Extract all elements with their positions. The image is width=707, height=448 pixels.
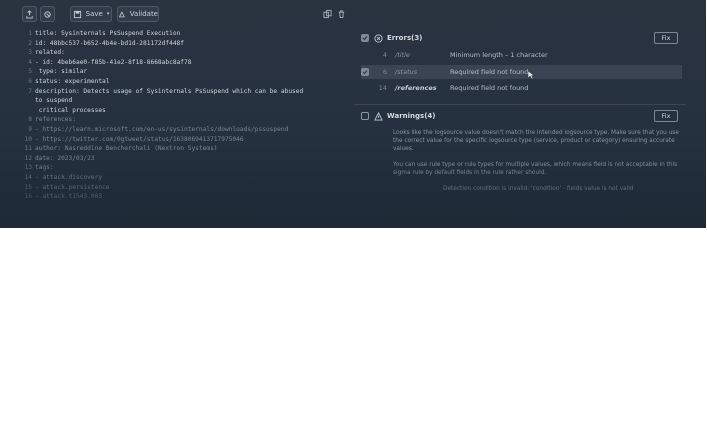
code-text: critical processes <box>35 106 106 114</box>
code-text: title: Sysinternals PsSuspend Execution <box>35 30 181 37</box>
error-message: Minimum length – 1 character <box>450 51 548 59</box>
validate-label: Validate <box>129 10 158 18</box>
line-number: 13 <box>24 164 32 172</box>
code-line[interactable]: 1 title: Sysinternals PsSuspend Execution <box>24 30 180 38</box>
line-number: 1 <box>28 30 32 37</box>
copy-icon[interactable] <box>323 9 332 19</box>
error-line-number: 14 <box>378 84 387 92</box>
line-number: 15 <box>24 183 32 191</box>
warnings-header: Warnings(4) <box>361 109 435 123</box>
warning-item: Detection condition is invalid: 'conditi… <box>443 186 634 192</box>
code-line[interactable]: 2 id: 48bbc537-b652-4b4e-bd1d-281172df448… <box>24 40 184 48</box>
code-line[interactable]: 3 related: <box>24 49 65 57</box>
error-message: Required field not found <box>450 68 529 76</box>
code-line[interactable]: 7 description: Detects usage of Sysintern… <box>24 88 303 96</box>
error-row[interactable]: 4 /title Minimum length – 1 character <box>361 48 682 62</box>
share-button[interactable] <box>40 6 55 22</box>
error-icon <box>374 33 383 43</box>
warning-item: You can use rule type or rule types for … <box>393 162 678 176</box>
code-text: date: 2023/03/23 <box>35 154 95 162</box>
validate-button[interactable]: Validate <box>117 6 159 22</box>
line-number: 8 <box>28 116 32 124</box>
code-line[interactable]: 9- https://learn.microsoft.com/en-us/sys… <box>24 126 288 134</box>
line-number: 10 <box>24 135 32 143</box>
code-text: status: experimental <box>35 78 110 85</box>
code-text: - attack.t1543.003 <box>35 193 103 201</box>
code-line[interactable]: 12 date: 2023/03/23 <box>24 155 95 163</box>
code-line[interactable]: 16- attack.t1543.003 <box>24 193 103 201</box>
upload-button[interactable] <box>22 6 37 22</box>
code-line[interactable]: 6 status: experimental <box>24 78 110 86</box>
code-line[interactable]: 15- attack.persistence <box>24 184 110 192</box>
code-text: description: Detects usage of Sysinterna… <box>35 87 304 95</box>
line-number: 12 <box>24 154 32 162</box>
line-number: 4 <box>28 58 32 66</box>
line-number: 11 <box>24 145 32 153</box>
code-line[interactable]: 13 tags: <box>24 164 54 172</box>
line-number: 2 <box>28 39 32 47</box>
code-line[interactable]: 14- attack.discovery <box>24 174 103 182</box>
upload-icon <box>26 9 33 19</box>
code-text: author: Nasreddine Bencherchali (Nextron… <box>35 145 218 153</box>
error-row[interactable]: 6 /status Required field not found <box>361 65 682 79</box>
warnings-fix-button[interactable]: Fix <box>654 110 678 122</box>
code-line[interactable]: to suspend <box>24 97 72 105</box>
warning-item: Looks like the logsource value doesn't m… <box>393 130 679 152</box>
code-line[interactable]: 4- id: 4beb6ae0-f85b-41e2-8f18-8668abc8a… <box>24 59 191 67</box>
chevron-down-icon: ▾ <box>106 11 110 17</box>
warning-icon <box>374 111 383 121</box>
code-line[interactable]: 11 author: Nasreddine Bencherchali (Nextr… <box>24 145 218 153</box>
trash-icon[interactable] <box>337 9 346 19</box>
code-text: id: 48bbc537-b652-4b4e-bd1d-281172df448f <box>35 39 185 47</box>
line-number: 7 <box>28 87 32 95</box>
validate-icon <box>118 10 125 17</box>
code-text: - https://learn.microsoft.com/en-us/sysi… <box>35 126 289 133</box>
section-divider <box>355 104 686 105</box>
line-number: 3 <box>28 49 32 57</box>
error-line-number: 4 <box>382 51 387 59</box>
line-number: 6 <box>28 78 32 85</box>
line-number: 9 <box>28 126 32 133</box>
sigma-rule-editor-app: Save ▾ Validate 1 title: Sysinternals PsS… <box>0 0 706 228</box>
line-number: 16 <box>24 193 32 201</box>
errors-title: Errors(3) <box>387 34 423 42</box>
mouse-cursor-icon <box>527 70 535 80</box>
toolbar: Save ▾ Validate <box>0 0 706 28</box>
warnings-checkbox[interactable] <box>361 112 369 120</box>
code-text: - attack.discovery <box>35 174 103 181</box>
error-path: /title <box>395 51 410 59</box>
code-editor[interactable]: 1 title: Sysinternals PsSuspend Execution… <box>24 30 354 225</box>
error-path: /status <box>395 68 418 76</box>
code-text: - id: 4beb6ae0-f85b-41e2-8f18-8668abc8af… <box>35 58 192 66</box>
errors-header: Errors(3) <box>361 31 422 45</box>
code-text: related: <box>35 49 65 57</box>
save-label: Save <box>85 10 103 18</box>
code-line[interactable]: 8 references: <box>24 116 76 124</box>
save-icon <box>73 10 81 18</box>
error-message: Required field not found <box>450 84 529 92</box>
error-line-number: 6 <box>382 68 387 76</box>
warnings-title: Warnings(4) <box>387 112 436 120</box>
code-text: - attack.persistence <box>35 183 110 191</box>
validation-panel: Errors(3) Fix 4 /title Minimum length – … <box>355 28 686 228</box>
code-line[interactable]: critical processes <box>24 107 106 115</box>
share-icon <box>44 10 51 18</box>
code-text: - https://twitter.com/0gtweet/status/163… <box>35 135 244 143</box>
line-number: 5 <box>28 68 32 76</box>
code-text: references: <box>35 116 76 124</box>
line-number: 14 <box>24 174 32 181</box>
errors-fix-button[interactable]: Fix <box>654 32 678 44</box>
code-text: to suspend <box>35 97 73 105</box>
code-text: type: similar <box>35 68 88 76</box>
error-row[interactable]: 14 /references Required field not found <box>361 81 682 95</box>
code-line[interactable]: 10- https://twitter.com/0gtweet/status/1… <box>24 136 244 144</box>
code-line[interactable]: 5 type: similar <box>24 68 87 76</box>
save-button[interactable]: Save ▾ <box>70 6 112 22</box>
code-text: tags: <box>35 164 54 172</box>
error-path: /references <box>395 84 437 92</box>
errors-checkbox[interactable] <box>361 34 369 42</box>
